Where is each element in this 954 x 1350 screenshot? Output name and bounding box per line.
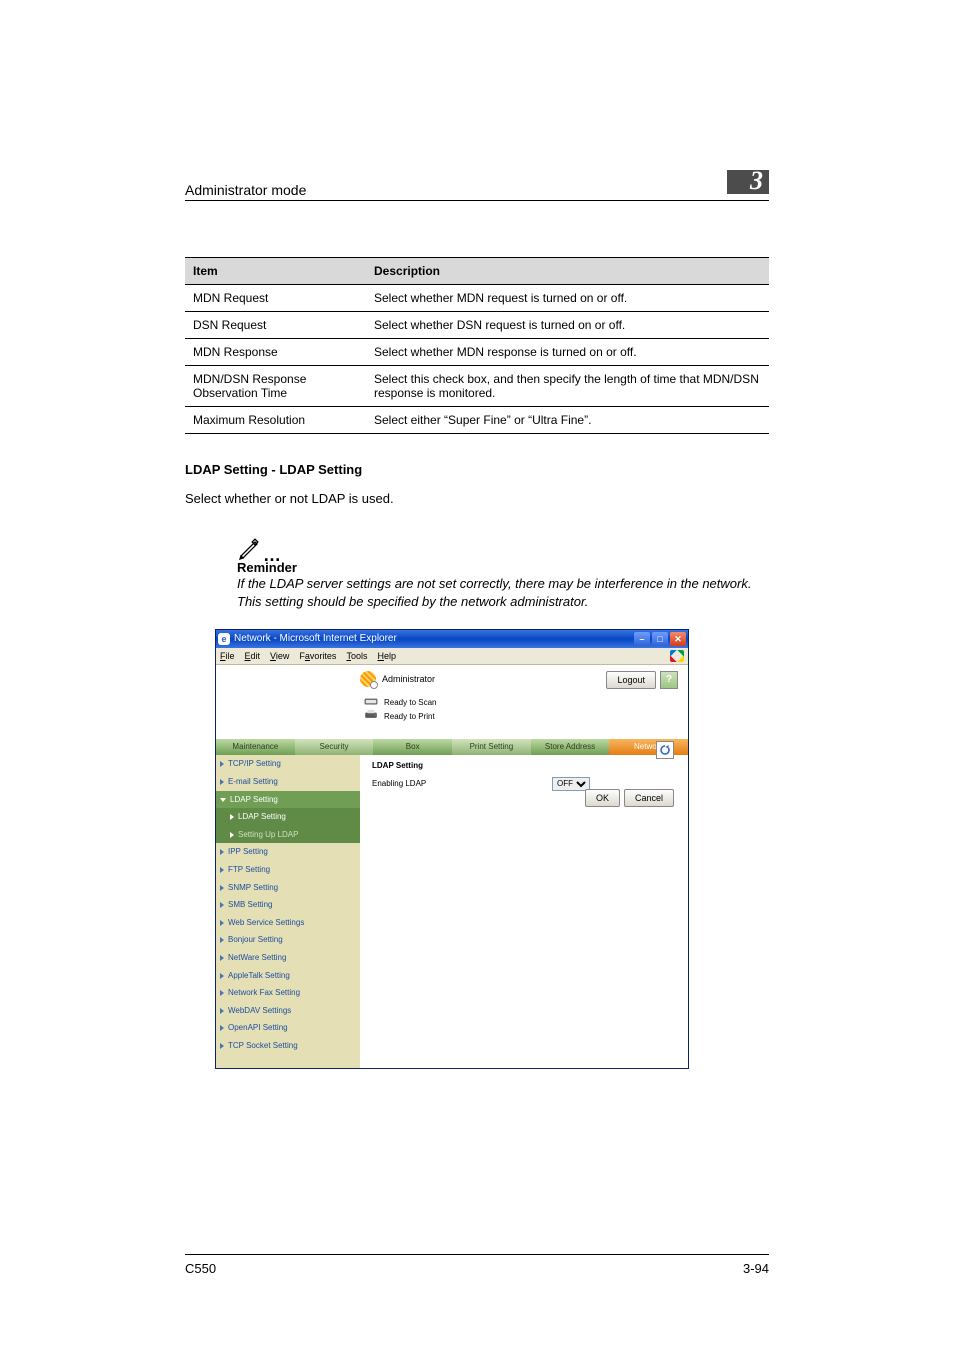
- cell-item: Maximum Resolution: [185, 407, 366, 434]
- administrator-label: Administrator: [382, 674, 435, 685]
- header-title: Administrator mode: [185, 182, 306, 198]
- menu-tools[interactable]: Tools: [346, 651, 367, 662]
- windows-flag-icon: [670, 650, 684, 662]
- note-body: If the LDAP server settings are not set …: [237, 575, 769, 611]
- window-maximize-button[interactable]: □: [652, 632, 668, 646]
- reminder-icon: [237, 536, 261, 560]
- tab-network[interactable]: Network: [609, 739, 688, 755]
- nav-setting-up-ldap[interactable]: Setting Up LDAP: [216, 826, 360, 844]
- administrator-icon: [360, 671, 376, 687]
- nav-ftp[interactable]: FTP Setting: [216, 861, 360, 879]
- col-header-description: Description: [366, 258, 769, 285]
- help-button[interactable]: ?: [660, 671, 678, 689]
- window-titlebar: e Network - Microsoft Internet Explorer …: [216, 630, 688, 648]
- cell-desc: Select this check box, and then specify …: [366, 366, 769, 407]
- cell-item: MDN Response: [185, 339, 366, 366]
- nav-smb[interactable]: SMB Setting: [216, 896, 360, 914]
- nav-openapi[interactable]: OpenAPI Setting: [216, 1019, 360, 1037]
- main-pane: LDAP Setting Enabling LDAP OFF OK Cancel: [360, 755, 688, 1068]
- menu-edit[interactable]: Edit: [245, 651, 261, 662]
- window-title: Network - Microsoft Internet Explorer: [234, 633, 397, 645]
- ok-button[interactable]: OK: [585, 789, 620, 807]
- logout-button[interactable]: Logout: [606, 671, 656, 689]
- nav-ipp[interactable]: IPP Setting: [216, 843, 360, 861]
- footer-page: 3-94: [743, 1261, 769, 1276]
- scanner-icon: [364, 695, 378, 710]
- enabling-ldap-label: Enabling LDAP: [372, 779, 552, 789]
- menu-file[interactable]: File: [220, 651, 235, 662]
- cell-item: MDN/DSN Response Observation Time: [185, 366, 366, 407]
- nav-web-service[interactable]: Web Service Settings: [216, 914, 360, 932]
- menu-view[interactable]: View: [270, 651, 289, 662]
- nav-network-fax[interactable]: Network Fax Setting: [216, 984, 360, 1002]
- tab-security[interactable]: Security: [295, 739, 374, 755]
- window-minimize-button[interactable]: –: [634, 632, 650, 646]
- cell-item: MDN Request: [185, 285, 366, 312]
- cell-desc: Select whether DSN request is turned on …: [366, 312, 769, 339]
- nav-pane: TCP/IP Setting E-mail Setting LDAP Setti…: [216, 755, 360, 1068]
- section-body: Select whether or not LDAP is used.: [185, 491, 769, 506]
- cell-desc: Select either “Super Fine” or “Ultra Fin…: [366, 407, 769, 434]
- parameter-table: Item Description MDN Request Select whet…: [185, 257, 769, 434]
- table-row: DSN Request Select whether DSN request i…: [185, 312, 769, 339]
- section-heading: LDAP Setting - LDAP Setting: [185, 462, 769, 477]
- menu-bar: File Edit View Favorites Tools Help: [216, 648, 688, 665]
- browser-window: e Network - Microsoft Internet Explorer …: [215, 629, 689, 1069]
- nav-appletalk[interactable]: AppleTalk Setting: [216, 967, 360, 985]
- tab-maintenance[interactable]: Maintenance: [216, 739, 295, 755]
- cancel-button[interactable]: Cancel: [624, 789, 674, 807]
- table-row: MDN/DSN Response Observation Time Select…: [185, 366, 769, 407]
- nav-ldap-group[interactable]: LDAP Setting: [216, 791, 360, 809]
- tab-bar: Maintenance Security Box Print Setting S…: [216, 739, 688, 755]
- window-close-button[interactable]: ✕: [670, 632, 686, 646]
- printer-icon: [364, 709, 378, 724]
- menu-help[interactable]: Help: [377, 651, 396, 662]
- nav-tcpip[interactable]: TCP/IP Setting: [216, 755, 360, 773]
- nav-bonjour[interactable]: Bonjour Setting: [216, 931, 360, 949]
- footer-model: C550: [185, 1261, 216, 1276]
- nav-netware[interactable]: NetWare Setting: [216, 949, 360, 967]
- nav-snmp[interactable]: SNMP Setting: [216, 879, 360, 897]
- nav-email[interactable]: E-mail Setting: [216, 773, 360, 791]
- table-row: MDN Request Select whether MDN request i…: [185, 285, 769, 312]
- tab-store-address[interactable]: Store Address: [531, 739, 610, 755]
- tab-print-setting[interactable]: Print Setting: [452, 739, 531, 755]
- cell-item: DSN Request: [185, 312, 366, 339]
- note-dots: …: [263, 550, 281, 560]
- note-title: Reminder: [237, 560, 769, 575]
- cell-desc: Select whether MDN response is turned on…: [366, 339, 769, 366]
- printer-status: Ready to Print: [384, 712, 435, 722]
- note-box: … Reminder If the LDAP server settings a…: [237, 530, 769, 611]
- table-row: Maximum Resolution Select either “Super …: [185, 407, 769, 434]
- table-row: MDN Response Select whether MDN response…: [185, 339, 769, 366]
- nav-webdav[interactable]: WebDAV Settings: [216, 1002, 360, 1020]
- nav-tcp-socket[interactable]: TCP Socket Setting: [216, 1037, 360, 1055]
- col-header-item: Item: [185, 258, 366, 285]
- page-footer: C550 3-94: [185, 1254, 769, 1276]
- ie-icon: e: [218, 633, 230, 645]
- cell-desc: Select whether MDN request is turned on …: [366, 285, 769, 312]
- scanner-status: Ready to Scan: [384, 698, 436, 708]
- nav-ldap-setting[interactable]: LDAP Setting: [216, 808, 360, 826]
- tab-box[interactable]: Box: [373, 739, 452, 755]
- chapter-number: 3: [750, 166, 763, 196]
- main-heading: LDAP Setting: [372, 761, 676, 771]
- menu-favorites[interactable]: Favorites: [299, 651, 336, 662]
- page-header: Administrator mode 3: [185, 170, 769, 201]
